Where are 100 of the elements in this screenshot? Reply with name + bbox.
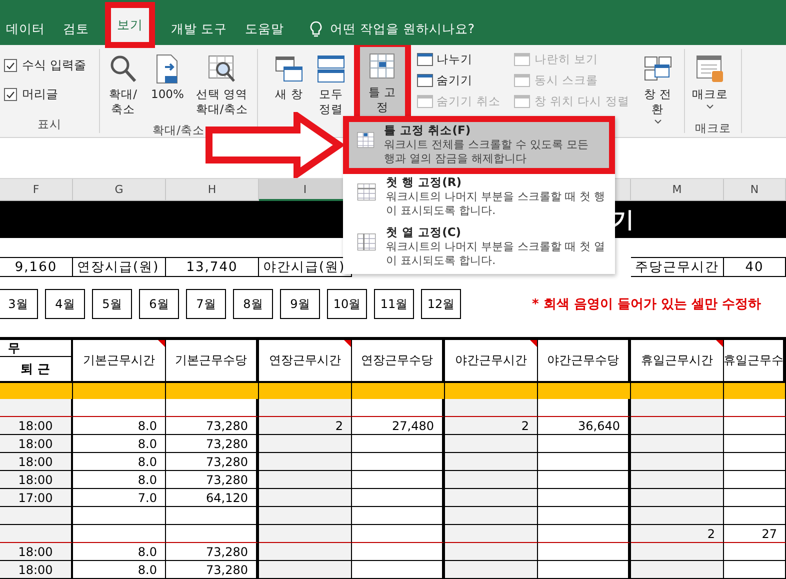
table-cell: 2 [445, 417, 538, 435]
header-cell: 야간근무수당 [538, 337, 631, 381]
ribbon-button[interactable]: 매크로 [689, 49, 731, 119]
lightbulb-icon [310, 21, 322, 38]
table-cell: 27,480 [352, 417, 445, 435]
window-pane-icon [514, 74, 530, 87]
header-text: 무 [0, 340, 71, 357]
header-cell: 기본근무수당 [166, 337, 259, 381]
header-cell: 휴일근무수 [724, 337, 786, 381]
table-cell: 18:00 [0, 471, 73, 489]
menu-item[interactable]: 첫 행 고정(R) 워크시트의 나머지 부분을 스크롤할 때 첫 행이 표시되도록 합니다. [343, 174, 615, 224]
table-cell: 8.0 [73, 453, 166, 471]
table-cell [724, 561, 786, 579]
table-cell: 73,280 [166, 417, 259, 435]
ribbon-button[interactable]: 선택 영역 확대/축소 [192, 49, 251, 121]
table-cell: 40 [724, 257, 786, 277]
table-cell: 27 [724, 525, 786, 543]
month-button[interactable]: 9월 [280, 289, 320, 319]
caret-icon [706, 104, 714, 109]
column-header[interactable]: F [0, 179, 73, 201]
ribbon-tab[interactable]: 개발 도구 [165, 14, 233, 45]
table-cell: 64,120 [166, 489, 259, 507]
window-pane-icon [514, 53, 530, 66]
month-button[interactable]: 6월 [139, 289, 179, 319]
table-cell: 8.0 [73, 561, 166, 579]
table-cell: 73,280 [166, 561, 259, 579]
header-cell: 휴일근무시간 [631, 337, 724, 381]
table-cell: 18:00 [0, 435, 73, 453]
checkbox-label: 머리글 [22, 86, 58, 103]
checkbox-square[interactable] [4, 88, 17, 101]
checkmark-icon [6, 90, 15, 98]
group-label: 매크로 [694, 120, 732, 137]
group-label: 표시 [36, 116, 62, 133]
table-cell: 2 [259, 417, 352, 435]
header-cell: 기본근무시간 [73, 337, 166, 381]
column-header[interactable]: G [73, 179, 166, 201]
ribbon-small-button[interactable]: 나누기 [414, 51, 502, 68]
table-cell [724, 417, 786, 435]
header-cell: 연장근무시간 [259, 337, 352, 381]
menu-item[interactable]: 첫 열 고정(C) 워크시트의 나머지 부분을 스크롤할 때 첫 열이 표시되도록 합니다. [343, 224, 615, 274]
checkbox-label: 수식 입력줄 [22, 57, 86, 74]
table-cell: 13,740 [166, 257, 259, 277]
note-text: * 회색 음영이 들어가 있는 셀만 수정하 [532, 296, 761, 313]
ribbon-tab[interactable]: 도움말 [238, 14, 290, 45]
table-cell [724, 543, 786, 561]
macro-sheet-icon [694, 53, 726, 85]
month-button[interactable]: 11월 [374, 289, 414, 319]
checkbox[interactable]: 수식 입력줄 [4, 57, 86, 74]
table-cell [724, 471, 786, 489]
month-button[interactable]: 10월 [327, 289, 367, 319]
table-cell: 8.0 [73, 543, 166, 561]
table-cell: 9,160 [0, 257, 73, 277]
table-cell [724, 435, 786, 453]
table-cell: 18:00 [0, 543, 73, 561]
ribbon-tab[interactable]: 보기 [105, 2, 155, 48]
table-cell: 18:00 [0, 417, 73, 435]
stacked-windows-icon [315, 53, 347, 85]
table-cell: 73,280 [166, 471, 259, 489]
table-cell: 7.0 [73, 489, 166, 507]
month-button[interactable]: 4월 [45, 289, 85, 319]
highlight-cell [724, 381, 786, 399]
header-cell: 연장근무수당 [352, 337, 445, 381]
column-header[interactable]: H [166, 179, 259, 201]
month-button[interactable]: 7월 [186, 289, 226, 319]
month-button[interactable]: 5월 [92, 289, 132, 319]
table-cell: 73,280 [166, 435, 259, 453]
ribbon-button[interactable]: 확대/ 축소 [104, 49, 142, 121]
month-button[interactable]: 3월 [0, 289, 38, 319]
table-cell [724, 399, 786, 417]
group-label: 확대/축소 [152, 122, 206, 139]
table-cell: 73,280 [166, 453, 259, 471]
table-cell: 연장시급(원) [73, 257, 166, 277]
month-button[interactable]: 12월 [421, 289, 461, 319]
table-cell [724, 507, 786, 525]
ribbon-button[interactable]: 창 전환 [635, 49, 680, 128]
checkbox[interactable]: 머리글 [4, 86, 58, 103]
ribbon-tab[interactable]: 검토 [57, 14, 95, 45]
column-header[interactable]: N [724, 179, 786, 201]
table-cell: 73,280 [166, 543, 259, 561]
table-cell: 2 [631, 525, 724, 543]
window-pane-icon [416, 53, 433, 66]
table-cell: 36,640 [538, 417, 631, 435]
ribbon-small-button[interactable]: 숨기기 [414, 72, 502, 89]
header-cell: 야간근무시간 [445, 337, 538, 381]
checkmark-icon [6, 62, 15, 70]
month-button[interactable]: 8월 [233, 289, 273, 319]
ribbon-tab[interactable]: 데이터 [0, 14, 51, 45]
column-header[interactable]: M [631, 179, 724, 201]
menu-item[interactable]: 틀 고정 취소(F) 워크시트 전체를 스크롤할 수 있도록 모든 행과 열의 잠금을 해제합니다 [343, 116, 615, 174]
table-cell: 8.0 [73, 417, 166, 435]
table-cell: 18:00 [0, 561, 73, 579]
table-cell [724, 453, 786, 471]
table-cell: 주당근무시간 [631, 257, 724, 277]
window-pane-icon [416, 74, 433, 87]
table-cell: 8.0 [73, 435, 166, 453]
window-pane-icon [416, 95, 433, 108]
table-cell: 8.0 [73, 471, 166, 489]
checkbox-square[interactable] [4, 59, 17, 72]
caret-icon [654, 118, 662, 124]
ribbon-button[interactable]: 100% [148, 49, 187, 119]
